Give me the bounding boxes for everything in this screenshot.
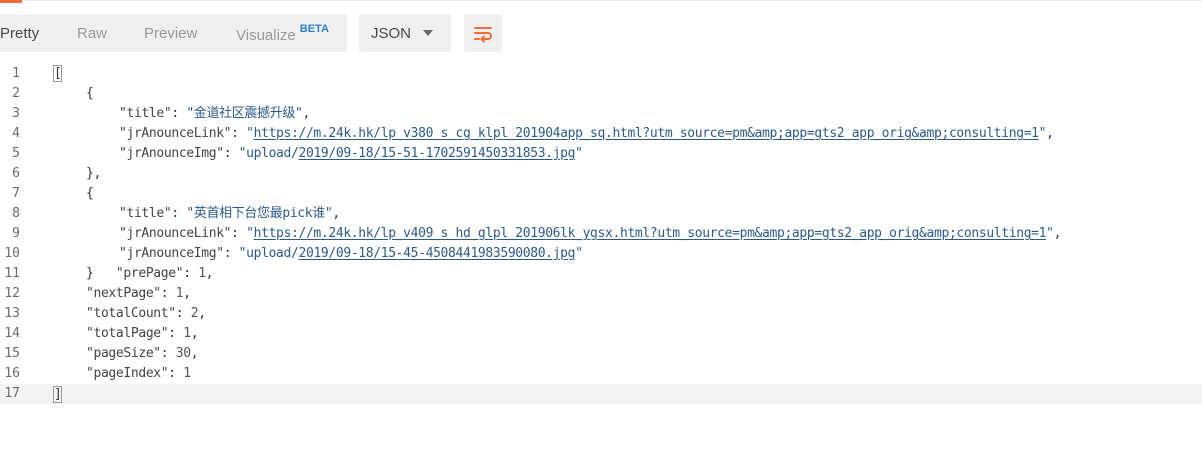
wrap-lines-button[interactable] bbox=[464, 14, 502, 52]
line-number: 15 bbox=[4, 346, 20, 361]
code-line: 9 "jrAnounceLink": "https://m.24k.hk/lp_… bbox=[0, 224, 1202, 244]
announce-link[interactable]: https://m.24k.hk/lp_v409_s_hd_glpl_20190… bbox=[254, 226, 1047, 241]
response-body-editor[interactable]: 1 [ 2 { 3 "title": "金道社区震撼升级", 4 "jrAnou… bbox=[0, 64, 1202, 409]
item-title: 金道社区震撼升级 bbox=[193, 106, 296, 121]
code-text: "nextPage": 1, bbox=[86, 286, 191, 301]
field-value: 30 bbox=[175, 346, 191, 361]
code-line: 16 "pageIndex": 1 bbox=[0, 364, 1202, 384]
chevron-down-icon bbox=[423, 30, 433, 36]
field-value: 2 bbox=[190, 306, 199, 321]
line-number: 10 bbox=[4, 246, 20, 261]
line-number: 11 bbox=[4, 266, 20, 281]
code-text: { bbox=[86, 186, 94, 201]
code-line: 2 { bbox=[0, 84, 1202, 104]
code-text: "jrAnounceImg": "upload/2019/09-18/15-45… bbox=[119, 246, 583, 261]
format-select[interactable]: JSON bbox=[359, 14, 451, 52]
code-line: 6 }, bbox=[0, 164, 1202, 184]
code-text: "jrAnounceLink": "https://m.24k.hk/lp_v4… bbox=[119, 226, 1062, 241]
code-text: }, bbox=[86, 166, 101, 181]
code-text: "pageSize": 30, bbox=[86, 346, 199, 361]
line-number: 9 bbox=[12, 226, 20, 241]
line-number: 4 bbox=[12, 126, 20, 141]
line-number: 7 bbox=[12, 186, 20, 201]
line-number: 13 bbox=[4, 306, 20, 321]
code-line: 1 [ bbox=[0, 64, 1202, 84]
code-line: 15 "pageSize": 30, bbox=[0, 344, 1202, 364]
code-text: "jrAnounceLink": "https://m.24k.hk/lp_v3… bbox=[119, 126, 1054, 141]
code-text: ] bbox=[52, 386, 63, 403]
image-path-link[interactable]: 2019/09-18/15-51-1702591450331853.jpg bbox=[298, 146, 575, 161]
image-path-prefix: upload/ bbox=[246, 246, 299, 261]
view-mode-group: Pretty Raw Preview Visualize BETA bbox=[0, 14, 347, 52]
tab-visualize[interactable]: Visualize BETA bbox=[236, 23, 329, 44]
code-line: 10 "jrAnounceImg": "upload/2019/09-18/15… bbox=[0, 244, 1202, 264]
line-number: 1 bbox=[12, 66, 20, 81]
top-divider bbox=[22, 0, 1202, 1]
line-number: 6 bbox=[12, 166, 20, 181]
accent-mark bbox=[0, 0, 22, 3]
code-text: } "prePage": 1, bbox=[86, 266, 214, 281]
line-number: 12 bbox=[4, 286, 20, 301]
code-text: "jrAnounceImg": "upload/2019/09-18/15-51… bbox=[119, 146, 583, 161]
matched-bracket: [ bbox=[52, 65, 63, 82]
code-text: "pageIndex": 1 bbox=[86, 366, 191, 381]
field-value: 1 bbox=[183, 366, 191, 381]
code-line: 3 "title": "金道社区震撼升级", bbox=[0, 104, 1202, 124]
code-text: "totalCount": 2, bbox=[86, 306, 206, 321]
field-value: 1 bbox=[198, 266, 206, 281]
code-text: "totalPage": 1, bbox=[86, 326, 199, 341]
line-number: 8 bbox=[12, 206, 20, 221]
response-toolbar: Pretty Raw Preview Visualize BETA JSON bbox=[0, 14, 1202, 52]
tab-preview[interactable]: Preview bbox=[144, 25, 197, 42]
item-title: 英首相下台您最pick谁 bbox=[193, 206, 325, 221]
code-line: 4 "jrAnounceLink": "https://m.24k.hk/lp_… bbox=[0, 124, 1202, 144]
code-line: 5 "jrAnounceImg": "upload/2019/09-18/15-… bbox=[0, 144, 1202, 164]
line-number: 5 bbox=[12, 146, 20, 161]
line-number: 3 bbox=[12, 106, 20, 121]
code-text: { bbox=[86, 86, 94, 101]
beta-badge: BETA bbox=[299, 22, 329, 35]
code-line: 14 "totalPage": 1, bbox=[0, 324, 1202, 344]
tab-raw[interactable]: Raw bbox=[77, 25, 107, 42]
format-select-value: JSON bbox=[371, 24, 412, 42]
tab-pretty[interactable]: Pretty bbox=[0, 25, 39, 42]
line-number: 17 bbox=[4, 386, 20, 401]
announce-link[interactable]: https://m.24k.hk/lp_v380_s_cg_klpl_20190… bbox=[254, 126, 1039, 141]
code-line: 7 { bbox=[0, 184, 1202, 204]
image-path-link[interactable]: 2019/09-18/15-45-4508441983590080.jpg bbox=[298, 246, 575, 261]
field-value: 1 bbox=[175, 286, 184, 301]
code-line-current: 17 ] bbox=[0, 384, 1202, 404]
code-text: "title": "英首相下台您最pick谁", bbox=[119, 206, 340, 221]
code-text: "title": "金道社区震撼升级", bbox=[119, 106, 310, 121]
wrap-lines-icon bbox=[474, 27, 492, 43]
code-line: 12 "nextPage": 1, bbox=[0, 284, 1202, 304]
code-line: 13 "totalCount": 2, bbox=[0, 304, 1202, 324]
tab-visualize-label: Visualize bbox=[236, 26, 296, 44]
line-number: 14 bbox=[4, 326, 20, 341]
code-line: 11 } "prePage": 1, bbox=[0, 264, 1202, 284]
code-text: [ bbox=[52, 65, 63, 82]
text-cursor bbox=[61, 386, 63, 401]
matched-bracket: ] bbox=[52, 386, 63, 403]
image-path-prefix: upload/ bbox=[246, 146, 299, 161]
line-number: 2 bbox=[12, 86, 20, 101]
line-number: 16 bbox=[4, 366, 20, 381]
field-value: 1 bbox=[183, 326, 191, 341]
code-line: 8 "title": "英首相下台您最pick谁", bbox=[0, 204, 1202, 224]
